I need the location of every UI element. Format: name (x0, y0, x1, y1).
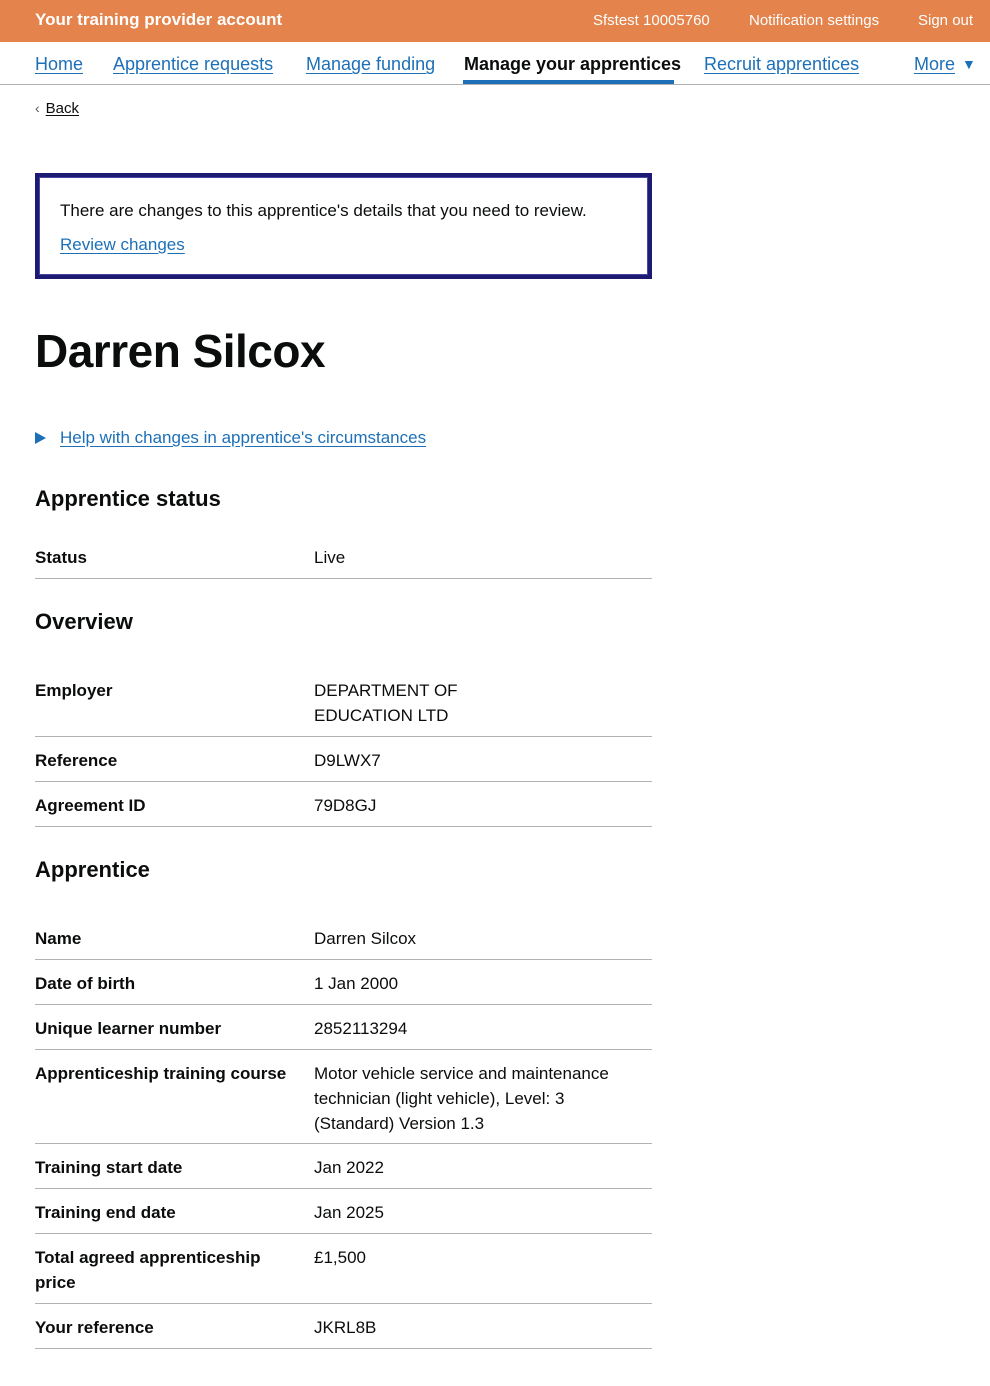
banner-message: There are changes to this apprentice's d… (60, 201, 587, 220)
section-heading-status: Apprentice status (35, 486, 221, 511)
nav-manage-funding[interactable]: Manage funding (306, 54, 435, 75)
status-summary-list: Status Live (35, 545, 652, 579)
service-header: Your training provider account Sfstest 1… (0, 0, 990, 42)
summary-row: Date of birth 1 Jan 2000 (35, 960, 652, 1005)
primary-navigation: Home Apprentice requests Manage funding … (0, 42, 990, 85)
account-name[interactable]: Sfstest 10005760 (593, 12, 710, 29)
help-details-toggle[interactable]: Help with changes in apprentice's circum… (35, 428, 426, 448)
summary-value: Live (314, 548, 346, 567)
nav-home[interactable]: Home (35, 54, 83, 75)
summary-value: Motor vehicle service and maintenance te… (314, 1064, 609, 1133)
summary-value: D9LWX7 (314, 751, 381, 770)
summary-row: Total agreed apprenticeship price £1,500 (35, 1234, 652, 1304)
help-details-label: Help with changes in apprentice's circum… (60, 428, 427, 447)
apprentice-summary-list: Name Darren Silcox Date of birth 1 Jan 2… (35, 926, 652, 1349)
summary-row: Training end date Jan 2025 (35, 1189, 652, 1234)
nav-recruit-apprentices[interactable]: Recruit apprentices (704, 54, 859, 75)
chevron-left-icon: ‹ (35, 100, 40, 116)
summary-value: 1 Jan 2000 (314, 974, 399, 993)
back-link[interactable]: ‹ Back (35, 100, 79, 117)
summary-key: Unique learner number (35, 1019, 222, 1038)
summary-row: Employer DEPARTMENT OF EDUCATION LTD (35, 678, 652, 737)
summary-key: Date of birth (35, 974, 136, 993)
section-heading-overview: Overview (35, 609, 133, 634)
summary-value: 79D8GJ (314, 796, 377, 815)
summary-key: Total agreed apprenticeship price (35, 1248, 261, 1292)
back-link-label: Back (45, 100, 80, 117)
summary-key: Employer (35, 681, 113, 700)
summary-key: Training start date (35, 1158, 183, 1177)
summary-value: £1,500 (314, 1248, 366, 1267)
summary-key: Apprenticeship training course (35, 1064, 287, 1083)
notification-settings-link[interactable]: Notification settings (749, 12, 879, 29)
summary-value: Darren Silcox (314, 929, 417, 948)
triangle-right-icon (35, 432, 46, 444)
summary-row: Apprenticeship training course Motor veh… (35, 1050, 652, 1144)
summary-row: Name Darren Silcox (35, 926, 652, 960)
overview-summary-list: Employer DEPARTMENT OF EDUCATION LTD Ref… (35, 678, 652, 827)
summary-value: DEPARTMENT OF EDUCATION LTD (314, 681, 458, 725)
page-title: Darren Silcox (35, 325, 326, 377)
sign-out-link[interactable]: Sign out (918, 12, 973, 29)
active-tab-indicator (463, 80, 674, 84)
service-name[interactable]: Your training provider account (35, 10, 282, 30)
summary-row: Unique learner number 2852113294 (35, 1005, 652, 1050)
summary-key: Training end date (35, 1203, 176, 1222)
summary-key: Reference (35, 751, 118, 770)
summary-value: Jan 2022 (314, 1158, 384, 1177)
triangle-down-icon[interactable]: ▼ (962, 56, 976, 72)
nav-apprentice-requests[interactable]: Apprentice requests (113, 54, 273, 75)
summary-value: Jan 2025 (314, 1203, 384, 1222)
summary-value: 2852113294 (314, 1019, 408, 1038)
section-heading-apprentice: Apprentice (35, 857, 150, 882)
summary-row: Agreement ID 79D8GJ (35, 782, 652, 827)
summary-row: Reference D9LWX7 (35, 737, 652, 782)
summary-key: Status (35, 548, 87, 567)
nav-manage-your-apprentices[interactable]: Manage your apprentices (464, 54, 681, 75)
nav-more[interactable]: More (914, 54, 955, 75)
summary-key: Your reference (35, 1318, 154, 1337)
review-changes-link[interactable]: Review changes (60, 235, 185, 255)
summary-row: Status Live (35, 545, 652, 579)
summary-row: Your reference JKRL8B (35, 1304, 652, 1349)
summary-key: Name (35, 929, 82, 948)
review-changes-banner: There are changes to this apprentice's d… (35, 173, 652, 279)
summary-row: Training start date Jan 2022 (35, 1144, 652, 1189)
summary-key: Agreement ID (35, 796, 146, 815)
summary-value: JKRL8B (314, 1318, 377, 1337)
